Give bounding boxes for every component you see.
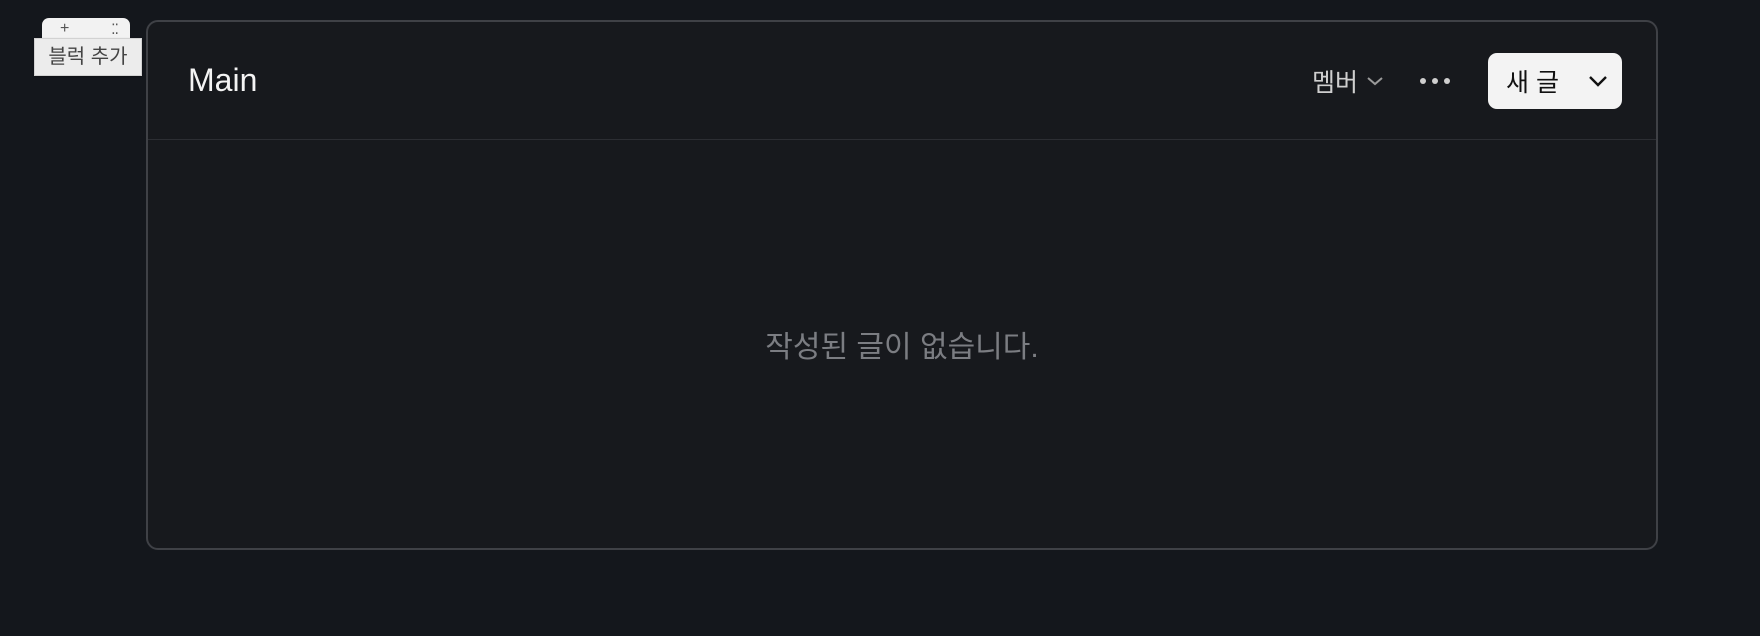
new-post-button[interactable]: 새 글 xyxy=(1488,52,1622,109)
empty-state-message: 작성된 글이 없습니다. xyxy=(765,331,1039,364)
chevron-down-icon xyxy=(1367,76,1383,85)
new-post-label: 새 글 xyxy=(1506,68,1559,97)
plus-icon[interactable]: + xyxy=(60,21,69,37)
card-title: Main xyxy=(188,62,258,98)
member-dropdown[interactable]: 멤버 xyxy=(1312,63,1384,99)
add-block-tooltip: 블럭 추가 xyxy=(34,38,142,76)
page: + ⁚⁚ 블럭 추가 Main 멤버 새 글 작성된 글이 없습니다. xyxy=(0,0,1760,636)
header-actions: 멤버 새 글 xyxy=(1312,52,1622,109)
chevron-down-icon[interactable] xyxy=(1588,75,1608,87)
card-header: Main 멤버 새 글 xyxy=(148,22,1656,140)
more-options-button[interactable] xyxy=(1420,69,1450,93)
member-dropdown-label: 멤버 xyxy=(1311,68,1358,97)
card-body: 작성된 글이 없습니다. xyxy=(148,140,1656,548)
more-horizontal-icon xyxy=(1420,77,1426,84)
drag-handle-icon[interactable]: ⁚⁚ xyxy=(111,21,119,37)
board-card: Main 멤버 새 글 작성된 글이 없습니다. xyxy=(146,20,1658,550)
